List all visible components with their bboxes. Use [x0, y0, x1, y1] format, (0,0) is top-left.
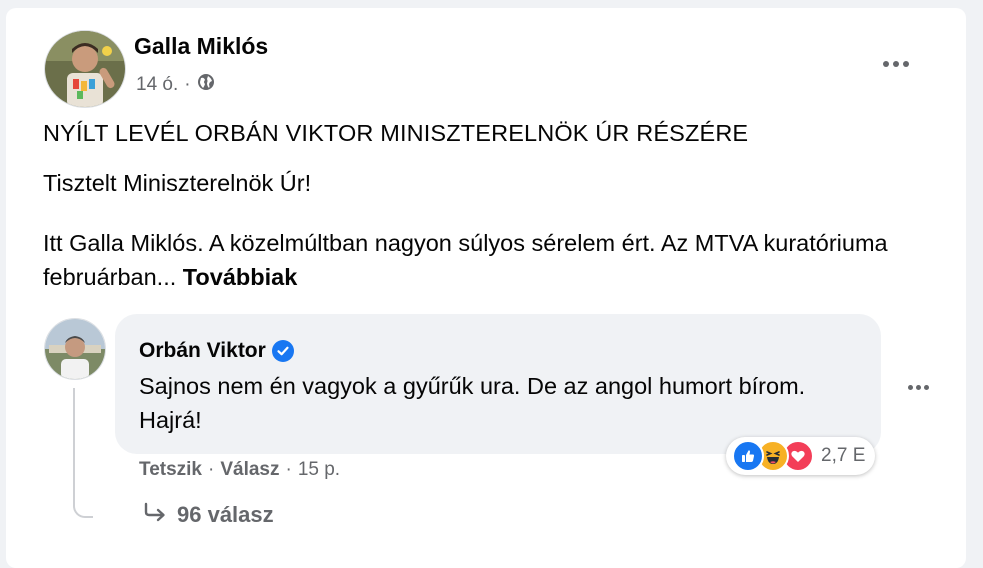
meta-separator: · — [184, 74, 191, 95]
post-options-button[interactable] — [876, 52, 916, 76]
reply-arrow-icon — [143, 502, 167, 528]
globe-icon — [197, 73, 215, 97]
reaction-count: 2,7 E — [821, 445, 866, 466]
post-body-snippet: Itt Galla Miklós. A közelmúltban nagyon … — [43, 230, 888, 290]
post-greeting: Tisztelt Miniszterelnök Úr! — [43, 170, 312, 196]
post-time[interactable]: 14 ó. — [136, 74, 178, 96]
author-avatar[interactable] — [44, 30, 126, 108]
post-meta: 14 ó. · — [136, 73, 215, 97]
post-author-name[interactable]: Galla Miklós — [134, 33, 268, 60]
comment-text: Sajnos nem én vagyok a gyűrűk ura. De az… — [139, 373, 806, 433]
reaction-summary[interactable]: 2,7 E — [726, 437, 876, 475]
more-horizontal-icon — [883, 61, 889, 67]
see-more-link[interactable]: Továbbiak — [183, 264, 297, 290]
view-replies-button[interactable]: 96 válasz — [143, 502, 274, 528]
comment-time[interactable]: 15 p. — [298, 459, 340, 481]
post-body-text: Itt Galla Miklós. A közelmúltban nagyon … — [43, 226, 923, 294]
action-separator: · — [285, 459, 292, 480]
replies-count-label[interactable]: 96 válasz — [177, 502, 274, 528]
commenter-name[interactable]: Orbán Viktor — [139, 339, 266, 363]
comment-bubble: Orbán Viktor Sajnos nem én vagyok a gyűr… — [115, 314, 881, 454]
action-separator: · — [208, 459, 215, 480]
commenter-name-row: Orbán Viktor — [139, 339, 294, 363]
like-reaction-icon — [732, 440, 764, 472]
post-heading: NYÍLT LEVÉL ORBÁN VIKTOR MINISZTERELNÖK … — [43, 120, 749, 146]
more-horizontal-icon — [907, 384, 913, 390]
verified-badge-icon — [271, 340, 294, 362]
commenter-avatar[interactable] — [44, 318, 106, 380]
comment-actions: Tetszik · Válasz · 15 p. — [139, 459, 340, 481]
like-button[interactable]: Tetszik — [139, 459, 202, 481]
reply-button[interactable]: Válasz — [220, 459, 279, 481]
comment-options-button[interactable] — [901, 377, 935, 397]
thread-connector-line — [73, 388, 93, 518]
